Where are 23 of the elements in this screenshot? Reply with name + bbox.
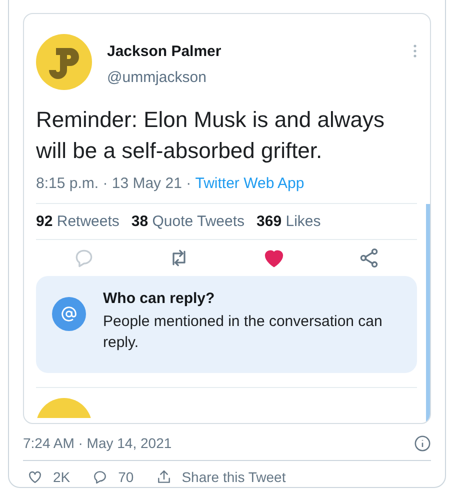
info-icon[interactable] (414, 434, 431, 452)
reply-action[interactable]: 70 (92, 469, 134, 485)
tweet-timestamp: 7:24 AM · May 14, 2021 (23, 435, 172, 451)
scrollbar[interactable] (426, 204, 430, 423)
author-name: Jackson Palmer (107, 43, 222, 60)
speech-bubble-icon[interactable] (92, 469, 108, 485)
like-action[interactable]: 2K (27, 469, 70, 485)
author-handle: @ummjackson (107, 69, 208, 86)
avatar-icon (36, 34, 92, 90)
stat-count[interactable]: 38 Quote Tweets (131, 212, 245, 230)
share-action[interactable]: Share this Tweet (156, 469, 286, 485)
notice-title: Who can reply? (103, 290, 216, 307)
tweet-text: Reminder: Elon Musk is and always will be a self-absorbed grifter. (36, 106, 386, 165)
tweet-time: 8:15 p.m. · 13 May 21 · (36, 175, 192, 192)
source-link[interactable]: Twitter Web App (195, 175, 304, 192)
stat-count[interactable]: 369 Likes (256, 212, 321, 230)
stat-count[interactable]: 92 Retweets (36, 212, 120, 230)
at-sign-icon (52, 297, 86, 331)
share-icon[interactable] (358, 246, 380, 269)
heart-icon[interactable] (27, 469, 43, 485)
avatar-icon (36, 398, 92, 418)
notice-text: People mentioned in the conversation can reply. (103, 312, 384, 353)
share-icon[interactable] (156, 469, 172, 485)
